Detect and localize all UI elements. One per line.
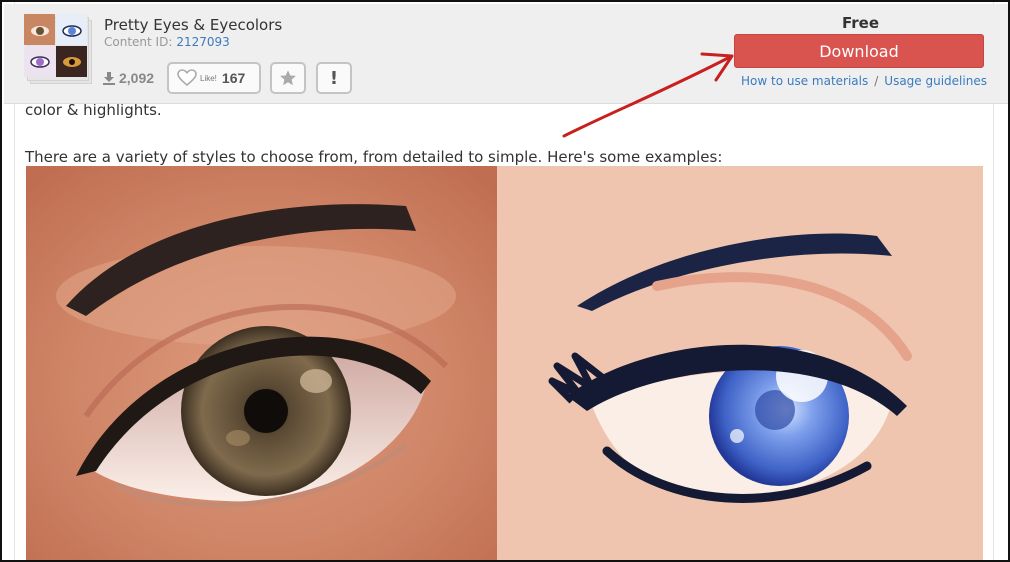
report-button[interactable]: ! xyxy=(316,62,352,94)
download-button[interactable]: Download xyxy=(734,34,984,68)
content-thumbnail[interactable] xyxy=(24,14,92,84)
content-header-bar: Pretty Eyes & Eyecolors Content ID: 21270… xyxy=(4,4,1008,104)
favorite-button[interactable] xyxy=(270,62,306,94)
content-id-link[interactable]: 2127093 xyxy=(176,35,229,49)
heart-icon xyxy=(177,69,197,87)
anime-eye-illustration xyxy=(497,166,983,560)
download-count-value: 2,092 xyxy=(119,70,155,86)
like-button[interactable]: Like! 167 xyxy=(167,62,261,94)
example-image xyxy=(26,166,983,560)
link-separator: / xyxy=(874,74,879,88)
content-id-label: Content ID: xyxy=(104,35,173,49)
like-label: Like! xyxy=(200,73,217,83)
page-frame: color & highlights. There are a variety … xyxy=(0,0,1010,562)
download-icon xyxy=(103,72,115,85)
realistic-eye-illustration xyxy=(26,166,497,560)
usage-guidelines-link[interactable]: Usage guidelines xyxy=(884,74,987,88)
star-icon xyxy=(280,70,296,86)
how-to-use-link[interactable]: How to use materials xyxy=(741,74,868,88)
download-count: 2,092 xyxy=(102,70,154,86)
like-count: 167 xyxy=(221,70,246,86)
content-id: Content ID: 2127093 xyxy=(104,35,230,49)
description-text-2: There are a variety of styles to choose … xyxy=(25,148,723,166)
exclamation-icon: ! xyxy=(329,67,339,89)
price-label: Free xyxy=(842,14,880,32)
content-title: Pretty Eyes & Eyecolors xyxy=(104,16,283,34)
help-links: How to use materials / Usage guidelines xyxy=(741,74,987,88)
